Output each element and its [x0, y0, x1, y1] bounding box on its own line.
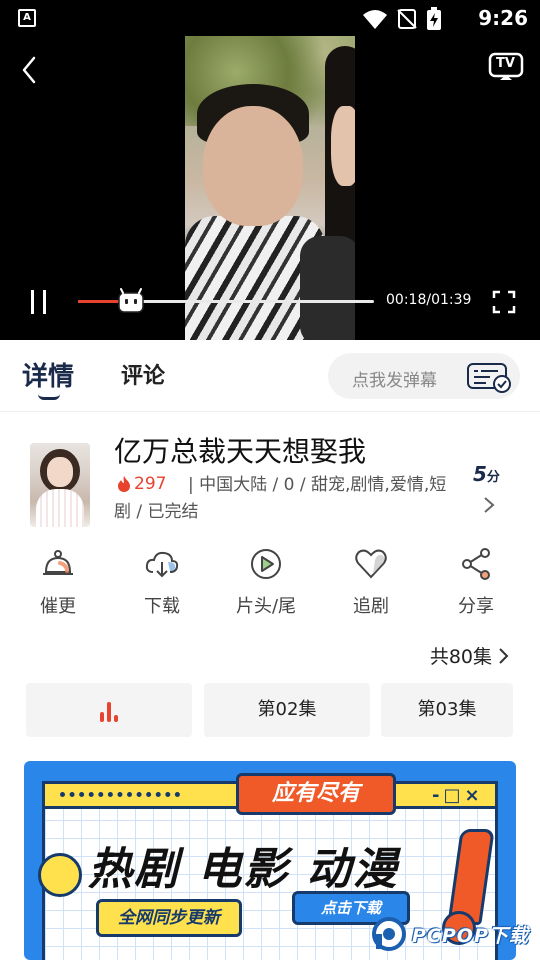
- tv-cast-button[interactable]: TV: [488, 52, 524, 82]
- episode-count-link[interactable]: 共80集: [430, 642, 510, 669]
- clock: 9:26: [478, 6, 528, 30]
- heart-icon: [355, 549, 387, 579]
- share-button[interactable]: 分享: [431, 546, 521, 618]
- score-value: 5: [473, 462, 487, 486]
- download-button[interactable]: 下载: [117, 546, 207, 618]
- action-row: 催更 下载 片头/尾 追剧 分享: [0, 538, 540, 628]
- watermark-text: PCPOP下载: [412, 924, 529, 947]
- episode-item[interactable]: 第02集: [204, 683, 370, 737]
- banner-tag: 应有尽有: [236, 773, 396, 815]
- notification-icon: A: [18, 9, 36, 27]
- show-poster: [30, 443, 90, 527]
- chevron-right-icon: [499, 647, 509, 664]
- remind-update-button[interactable]: 催更: [13, 546, 103, 618]
- progress-bar[interactable]: [78, 288, 374, 313]
- show-info[interactable]: 亿万总裁天天想娶我 297 | 中国大陆 / 0 / 甜宠,剧情,爱情,短剧 /…: [0, 412, 540, 536]
- episode-item[interactable]: 第03集: [381, 683, 513, 737]
- tv-label: TV: [496, 56, 515, 71]
- remind-update-label: 催更: [40, 596, 76, 617]
- progress-thumb-icon[interactable]: [117, 288, 145, 314]
- video-player[interactable]: A 9:26 TV 00:18/01:39: [0, 0, 540, 340]
- banner-headline: 热剧 电影 动漫: [88, 844, 399, 895]
- danmu-input[interactable]: 点我发弹幕: [328, 353, 520, 399]
- banner-window-controls: -□×: [432, 785, 484, 806]
- cloud-download-icon: [145, 551, 179, 578]
- back-icon[interactable]: [16, 54, 44, 86]
- score-badge: 5分: [473, 462, 500, 486]
- follow-button[interactable]: 追剧: [326, 546, 416, 618]
- bell-icon: [43, 550, 73, 575]
- show-meta: | 中国大陆 / 0 / 甜宠,剧情,爱情,短剧 / 已完结: [114, 475, 447, 522]
- follow-label: 追剧: [353, 596, 389, 617]
- no-sim-icon: [397, 9, 417, 29]
- skip-intro-label: 片头/尾: [235, 596, 297, 617]
- chevron-right-icon[interactable]: [482, 496, 496, 514]
- download-label: 下载: [144, 596, 180, 617]
- danmu-placeholder: 点我发弹幕: [352, 371, 437, 391]
- skip-intro-button[interactable]: 片头/尾: [221, 546, 311, 618]
- status-bar: A 9:26: [0, 0, 540, 36]
- now-playing-icon: [98, 700, 122, 722]
- playback-time: 00:18/01:39: [386, 292, 472, 308]
- play-circle-icon: [251, 549, 281, 579]
- episode-current[interactable]: [26, 683, 192, 737]
- tab-details[interactable]: 详情: [22, 356, 74, 393]
- tab-indicator: [38, 394, 60, 400]
- watermark: PCPOP下载: [372, 914, 529, 954]
- score-unit: 分: [486, 470, 500, 485]
- pause-icon: [31, 290, 34, 314]
- player-controls: 00:18/01:39: [0, 284, 540, 320]
- status-icons: [362, 7, 442, 31]
- wifi-icon: [363, 10, 387, 29]
- banner-sync-label: 全网同步更新: [96, 899, 242, 937]
- show-title: 亿万总裁天天想娶我: [114, 435, 367, 468]
- episode-count: 共80集: [429, 646, 492, 668]
- fullscreen-icon[interactable]: [492, 290, 516, 314]
- pause-button[interactable]: [28, 290, 50, 314]
- episode-list: 第02集 第03集: [26, 683, 540, 737]
- danmu-settings-icon[interactable]: [466, 361, 512, 393]
- banner-dots: [60, 792, 180, 797]
- tab-comments[interactable]: 评论: [121, 358, 165, 390]
- share-icon: [462, 548, 490, 580]
- share-label: 分享: [458, 596, 494, 617]
- pcpop-logo-icon: [372, 917, 406, 951]
- tab-bar: 详情 评论 点我发弹幕: [0, 340, 540, 412]
- battery-charging-icon: [427, 7, 441, 30]
- smile-icon: [38, 853, 82, 897]
